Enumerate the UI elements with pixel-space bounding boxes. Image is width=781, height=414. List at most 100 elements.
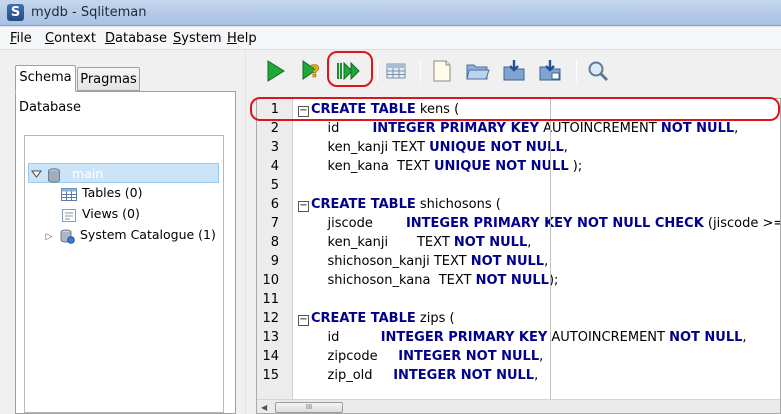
sql-keyword: CREATE TABLE bbox=[311, 197, 416, 212]
menu-context[interactable]: Context bbox=[45, 31, 96, 46]
sql-keyword: NOT NULL bbox=[453, 235, 528, 250]
line-number: 2 bbox=[270, 121, 279, 136]
line-number: 14 bbox=[262, 349, 279, 364]
sql-text: shichoson_kanji TEXT bbox=[311, 254, 471, 269]
run-sql-icon[interactable] bbox=[262, 58, 288, 84]
menu-database[interactable]: Database bbox=[105, 31, 167, 46]
code-line: CREATE TABLE zips ( bbox=[311, 311, 455, 326]
sql-keyword: NOT NULL bbox=[475, 273, 549, 288]
sql-editor[interactable]: 1 2 3 4 5 6 7 8 9 10 11 12 13 14 15 − CREATE TABLE kens… bbox=[256, 98, 781, 414]
new-file-icon[interactable] bbox=[429, 58, 455, 84]
line-number: 6 bbox=[270, 197, 279, 212]
sql-text: zip_old bbox=[311, 368, 394, 383]
tree-item-label: System Catalogue (1) bbox=[79, 227, 216, 242]
toolbar: ? bbox=[246, 50, 781, 93]
line-number: 5 bbox=[270, 178, 279, 193]
sql-text: (jiscode >= bbox=[703, 216, 781, 231]
scroll-left-arrow-icon[interactable]: ◀ bbox=[261, 403, 267, 412]
tree-item-label: main bbox=[71, 166, 104, 181]
tree-item-tables[interactable]: Tables (0) bbox=[61, 183, 143, 203]
sql-keyword: INTEGER PRIMARY KEY NOT NULL CHECK bbox=[405, 216, 704, 231]
sql-text: , bbox=[527, 235, 532, 250]
sql-text: ken_kanji TEXT bbox=[311, 235, 454, 250]
run-script-highlight bbox=[327, 51, 373, 87]
sql-text: , bbox=[734, 121, 739, 136]
sql-text: id bbox=[311, 121, 373, 136]
code-line: CREATE TABLE shichosons ( bbox=[311, 197, 501, 212]
menu-file[interactable]: File bbox=[10, 31, 32, 46]
tree-item-system-catalogue[interactable]: ▷ System Catalogue (1) bbox=[43, 225, 216, 245]
sql-text: , bbox=[742, 330, 747, 345]
line-number: 15 bbox=[262, 368, 279, 383]
tree-item-views[interactable]: Views (0) bbox=[61, 204, 140, 224]
code-line: id INTEGER PRIMARY KEY AUTOINCREMENT NOT… bbox=[311, 330, 747, 345]
horizontal-scrollbar[interactable]: ◀ III bbox=[257, 399, 780, 413]
sql-text: jiscode bbox=[311, 216, 406, 231]
line-number: 3 bbox=[270, 140, 279, 155]
sql-text: shichoson_kana TEXT bbox=[311, 273, 476, 288]
line-number-gutter: 1 2 3 4 5 6 7 8 9 10 11 12 13 14 15 bbox=[257, 99, 293, 399]
open-folder-icon[interactable] bbox=[465, 58, 491, 84]
window-title: mydb - Sqliteman bbox=[31, 5, 147, 20]
save-icon[interactable] bbox=[501, 58, 527, 84]
menu-bar: File Context Database System Help bbox=[0, 27, 781, 50]
menu-help[interactable]: Help bbox=[227, 31, 257, 46]
menu-system[interactable]: System bbox=[173, 31, 222, 46]
title-bar[interactable]: S mydb - Sqliteman bbox=[0, 0, 781, 26]
code-line: shichoson_kana TEXT NOT NULL); bbox=[311, 273, 559, 288]
sql-keyword: INTEGER NOT NULL bbox=[393, 368, 535, 383]
save-as-icon[interactable] bbox=[537, 58, 563, 84]
app-window: S mydb - Sqliteman File Context Database… bbox=[0, 0, 781, 414]
sql-text: AUTOINCREMENT bbox=[547, 330, 670, 345]
line-number: 12 bbox=[262, 311, 279, 326]
sql-keyword: UNIQUE NOT NULL bbox=[433, 159, 569, 174]
code-line: zipcode INTEGER NOT NULL, bbox=[311, 349, 544, 364]
app-logo-icon: S bbox=[7, 4, 24, 21]
scroll-thumb[interactable]: III bbox=[275, 402, 343, 413]
sql-text: id bbox=[311, 330, 381, 345]
sql-keyword: INTEGER PRIMARY KEY bbox=[380, 330, 548, 345]
view-icon bbox=[61, 208, 77, 222]
tree-item-label: Views (0) bbox=[82, 206, 140, 221]
code-line: ken_kana TEXT UNIQUE NOT NULL ); bbox=[311, 159, 583, 174]
grid-icon[interactable] bbox=[383, 58, 409, 84]
sql-keyword: CREATE TABLE bbox=[311, 311, 416, 326]
sql-keyword: NOT NULL bbox=[660, 121, 735, 136]
sql-text: zipcode bbox=[311, 349, 399, 364]
schema-panel: Schema Pragmas Database main Tables (0) … bbox=[0, 50, 245, 414]
tab-pragmas[interactable]: Pragmas bbox=[77, 67, 140, 91]
edge-guide-line bbox=[550, 99, 551, 399]
code-line: jiscode INTEGER PRIMARY KEY NOT NULL CHE… bbox=[311, 216, 781, 231]
collapse-arrow-icon[interactable] bbox=[29, 166, 43, 186]
code-line: shichoson_kanji TEXT NOT NULL, bbox=[311, 254, 549, 269]
line-number: 8 bbox=[270, 235, 279, 250]
table-icon bbox=[61, 187, 77, 201]
sql-keyword: NOT NULL bbox=[470, 254, 545, 269]
code-line: id INTEGER PRIMARY KEY AUTOINCREMENT NOT… bbox=[311, 121, 739, 136]
database-icon bbox=[47, 167, 63, 183]
line-number: 7 bbox=[270, 216, 279, 231]
explain-icon[interactable]: ? bbox=[298, 58, 324, 84]
code-line: zip_old INTEGER NOT NULL, bbox=[311, 368, 539, 383]
sql-text: , bbox=[544, 254, 549, 269]
expand-arrow-icon[interactable]: ▷ bbox=[43, 227, 55, 247]
sql-text: , bbox=[563, 140, 568, 155]
tree-item-label: Tables (0) bbox=[82, 185, 143, 200]
sql-text: ken_kanji TEXT bbox=[311, 140, 430, 155]
toolbar-separator bbox=[576, 60, 577, 82]
fold-toggle-icon[interactable]: − bbox=[298, 315, 309, 326]
svg-text:?: ? bbox=[310, 62, 320, 82]
sql-keyword: UNIQUE NOT NULL bbox=[429, 140, 564, 155]
fold-toggle-icon[interactable]: − bbox=[298, 201, 309, 212]
sql-text: ); bbox=[568, 159, 583, 174]
search-icon[interactable] bbox=[585, 58, 611, 84]
code-line: ken_kanji TEXT UNIQUE NOT NULL, bbox=[311, 140, 568, 155]
tab-schema[interactable]: Schema bbox=[15, 65, 76, 92]
toolbar-separator bbox=[377, 60, 378, 82]
tree-item-main[interactable]: main bbox=[28, 163, 219, 183]
line-number: 10 bbox=[262, 273, 279, 288]
line-number: 9 bbox=[270, 254, 279, 269]
schema-tree[interactable]: main Tables (0) Views (0) ▷ System Catal… bbox=[24, 135, 224, 413]
sql-text: zips ( bbox=[415, 311, 455, 326]
line-number: 13 bbox=[262, 330, 279, 345]
